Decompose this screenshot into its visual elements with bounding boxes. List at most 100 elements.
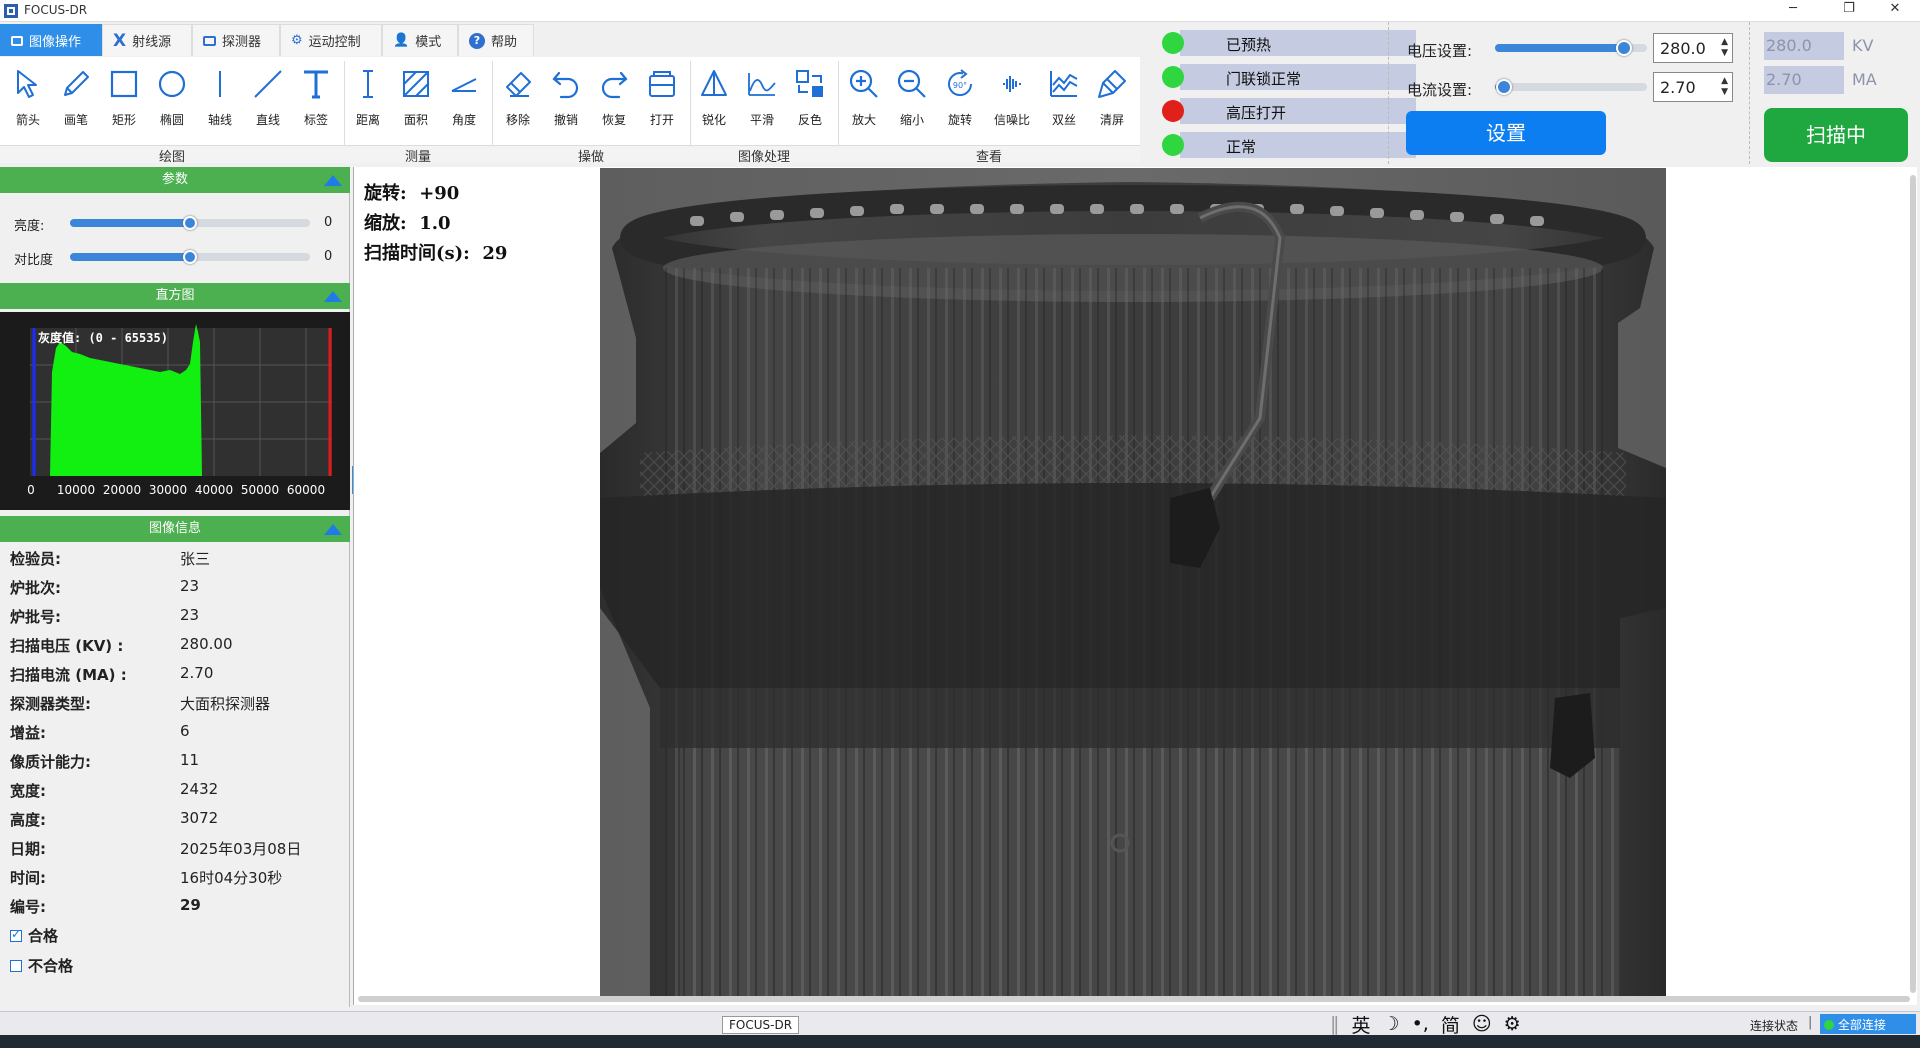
distance-tool-button[interactable]: 距离 [344, 63, 392, 133]
status-row-preheat: 已预热 [1162, 30, 1416, 56]
angle-tool-button[interactable]: 角度 [440, 63, 488, 133]
clear-screen-button[interactable]: 清屏 [1088, 63, 1136, 133]
snr-button[interactable]: 信噪比 [988, 63, 1036, 133]
area-icon [403, 71, 429, 97]
collapse-triangle-icon[interactable] [324, 175, 342, 186]
tab-mode[interactable]: 👤 模式 [382, 24, 458, 56]
spin-down-icon[interactable]: ▼ [1721, 49, 1728, 58]
overlay-scan-time: 扫描时间(s): 29 [364, 243, 508, 264]
zoom-out-button[interactable]: 缩小 [888, 63, 936, 133]
info-row-height: 高度: 3072 [10, 809, 219, 829]
spin-up-icon[interactable]: ▲ [1721, 77, 1728, 86]
current-slider-thumb[interactable] [1496, 79, 1513, 95]
horizontal-scrollbar[interactable] [358, 996, 1910, 1002]
voltage-label: 电压设置: [1407, 42, 1473, 60]
os-taskbar [0, 1035, 1920, 1048]
tooltip: FOCUS-DR [722, 1016, 800, 1034]
image-viewer[interactable]: 旋转: +90 缩放: 1.0 扫描时间(s): 29 [353, 167, 1917, 1005]
rect-tool-button[interactable]: 矩形 [100, 63, 148, 133]
ime-toolbar: ‖ 英 ☽ •, 简 ☺ ⚙ [1330, 1011, 1521, 1038]
moon-icon[interactable]: ☽ [1383, 1013, 1400, 1035]
histogram-section-header[interactable]: 直方图 [0, 283, 350, 309]
line-tool-button[interactable]: 直线 [244, 63, 292, 133]
tab-image-ops[interactable]: 图像操作 [0, 24, 102, 56]
params-section-header[interactable]: 参数 [0, 167, 350, 193]
scan-button[interactable]: 扫描中 [1764, 108, 1908, 162]
redo-button[interactable]: 恢复 [590, 63, 638, 133]
punctuation-icon[interactable]: •, [1412, 1013, 1429, 1035]
tab-xray-source[interactable]: X 射线源 [102, 24, 192, 56]
sharpen-icon [701, 70, 727, 96]
current-spinbox[interactable]: 2.70 ▲ ▼ [1653, 72, 1733, 102]
open-button[interactable]: 打开 [638, 63, 686, 133]
collapse-triangle-icon[interactable] [324, 524, 342, 535]
info-row-serial: 编号: 29 [10, 896, 201, 916]
checkbox-checked-icon[interactable] [10, 927, 22, 942]
histogram-chart: 灰度值: (0 - 65535) 0 10000 20000 30000 400… [0, 312, 350, 510]
spin-down-icon[interactable]: ▼ [1721, 88, 1728, 97]
distance-icon [363, 70, 373, 98]
close-button[interactable]: ✕ [1872, 1, 1918, 21]
connection-status-badge[interactable]: 全部连接 [1820, 1014, 1916, 1034]
emoji-icon[interactable]: ☺ [1472, 1013, 1492, 1035]
rectangle-icon [110, 70, 138, 98]
ellipse-tool-button[interactable]: 椭圆 [148, 63, 196, 133]
checkbox-unchecked-icon[interactable] [10, 960, 22, 972]
connection-label: 连接状态 [1750, 1019, 1799, 1033]
fail-checkbox[interactable]: 不合格 [10, 955, 73, 976]
pen-icon [64, 71, 89, 96]
clear-brush-icon [1098, 70, 1126, 98]
ma-readout: 2.70 [1764, 66, 1844, 94]
spin-up-icon[interactable]: ▲ [1721, 38, 1728, 47]
vertical-scrollbar[interactable] [1910, 175, 1916, 993]
image-icon [11, 35, 23, 46]
redo-icon [601, 71, 628, 99]
info-row-scan-voltage: 扫描电压 (KV) :280.00 [10, 635, 233, 655]
zoom-in-button[interactable]: 放大 [840, 63, 888, 133]
rotate-button[interactable]: 90° 旋转 [936, 63, 984, 133]
ime-language-button[interactable]: 英 [1352, 1011, 1371, 1038]
invert-button[interactable]: 反色 [786, 63, 834, 133]
group-label-view: 查看 [838, 145, 1140, 165]
image-info-section-header[interactable]: 图像信息 [0, 516, 350, 542]
tab-motion-control[interactable]: ⚙ 运动控制 [280, 24, 382, 56]
kv-readout: 280.0 [1764, 32, 1844, 60]
area-tool-button[interactable]: 面积 [392, 63, 440, 133]
dual-wire-button[interactable]: 双丝 [1040, 63, 1088, 133]
set-button[interactable]: 设置 [1406, 111, 1606, 155]
current-label: 电流设置: [1407, 81, 1473, 99]
readout-panel: 280.0 KV 2.70 MA 扫描中 [1752, 22, 1920, 164]
ime-mode-button[interactable]: 简 [1441, 1011, 1460, 1038]
text-label-icon [304, 70, 328, 99]
contrast-label: 对比度 [14, 253, 54, 268]
undo-button[interactable]: 撤销 [542, 63, 590, 133]
arrow-tool-button[interactable]: 箭头 [4, 63, 52, 133]
label-tool-button[interactable]: 标签 [292, 63, 340, 133]
connection-dot-icon [1824, 1020, 1834, 1030]
contrast-slider-thumb[interactable] [183, 250, 197, 264]
help-icon: ? [469, 32, 485, 49]
smooth-button[interactable]: 平滑 [738, 63, 786, 133]
tab-help[interactable]: ? 帮助 [458, 24, 534, 56]
mode-icon: 👤 [393, 33, 410, 48]
collapse-triangle-icon[interactable] [324, 291, 342, 302]
gear-icon[interactable]: ⚙ [1504, 1013, 1521, 1035]
current-value: 2.70 [1660, 78, 1696, 97]
pen-tool-button[interactable]: 画笔 [52, 63, 100, 133]
brightness-slider[interactable] [70, 216, 310, 230]
minimize-button[interactable]: ─ [1770, 1, 1816, 21]
restore-button[interactable]: ❐ [1826, 1, 1872, 21]
contrast-slider[interactable] [70, 250, 310, 264]
pass-checkbox[interactable]: 合格 [10, 925, 58, 946]
remove-tool-button[interactable]: 移除 [494, 63, 542, 133]
tab-detector[interactable]: 探测器 [192, 24, 280, 56]
status-row-door-interlock: 门联锁正常 [1162, 64, 1416, 90]
sharpen-button[interactable]: 锐化 [690, 63, 738, 133]
axis-tool-button[interactable]: 轴线 [196, 63, 244, 133]
brightness-slider-thumb[interactable] [183, 216, 197, 230]
voltage-slider[interactable] [1495, 40, 1647, 56]
voltage-spinbox[interactable]: 280.0 ▲ ▼ [1653, 33, 1733, 63]
brightness-slider-fill [70, 219, 190, 227]
current-slider[interactable] [1495, 79, 1647, 95]
voltage-slider-thumb[interactable] [1616, 40, 1633, 56]
